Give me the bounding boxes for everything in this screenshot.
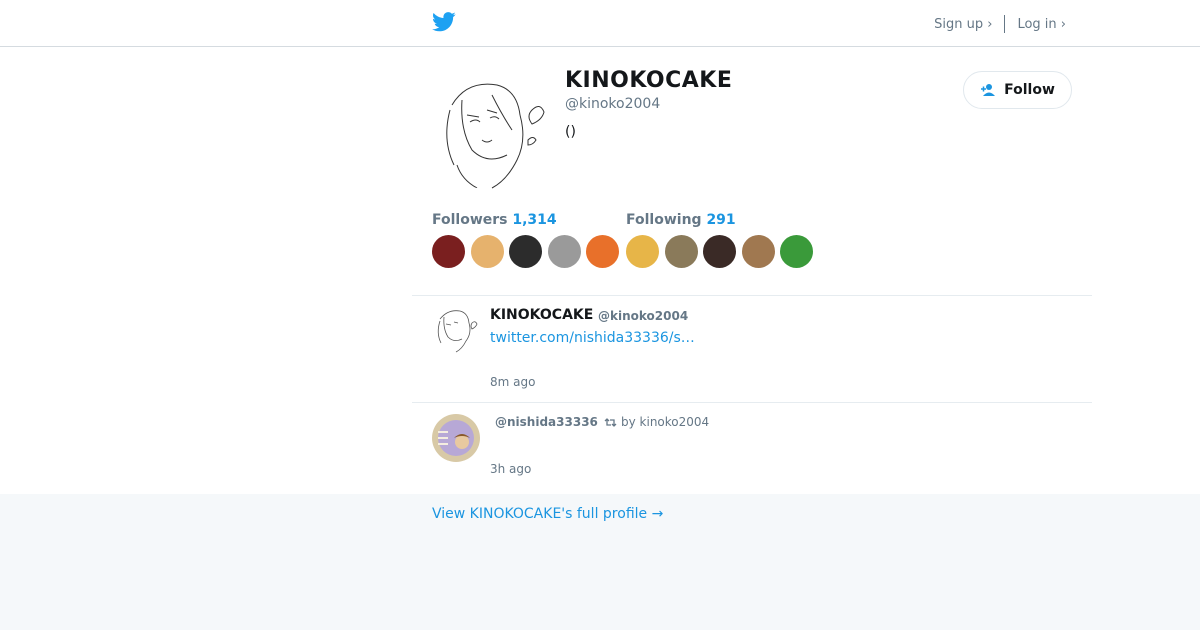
profile-bio: () bbox=[565, 124, 576, 140]
following-stat[interactable]: Following 291 bbox=[626, 212, 736, 228]
follower-avatar[interactable] bbox=[586, 235, 619, 268]
tweet-author-avatar[interactable] bbox=[432, 305, 480, 353]
tweet-author-name[interactable]: KINOKOCAKE bbox=[490, 307, 593, 323]
following-avatar[interactable] bbox=[741, 235, 775, 268]
sketch-avatar-image bbox=[446, 83, 545, 189]
tweet-timestamp[interactable]: 8m ago bbox=[490, 375, 535, 389]
profile-card: KINOKOCAKE @kinoko2004 () Follow Followe… bbox=[0, 47, 1200, 494]
following-avatar[interactable] bbox=[664, 235, 698, 268]
retweet-avatar-image bbox=[432, 414, 480, 462]
retweet-timestamp[interactable]: 3h ago bbox=[490, 462, 531, 476]
top-bar: Sign up › Log in › bbox=[0, 0, 1200, 47]
profile-name: KINOKOCAKE bbox=[565, 68, 733, 93]
retweet-by: by kinoko2004 bbox=[604, 415, 709, 429]
signup-link[interactable]: Sign up › bbox=[934, 17, 992, 32]
sketch-thumb-image bbox=[432, 305, 480, 353]
profile-handle: @kinoko2004 bbox=[565, 96, 661, 112]
profile-avatar[interactable] bbox=[432, 70, 552, 190]
tweet-author-handle[interactable]: @kinoko2004 bbox=[598, 309, 688, 323]
following-avatar[interactable] bbox=[626, 235, 659, 268]
retweet-author-avatar[interactable] bbox=[432, 414, 480, 462]
login-link[interactable]: Log in › bbox=[1017, 17, 1066, 32]
follower-avatar[interactable] bbox=[509, 235, 542, 268]
tweet-link[interactable]: twitter.com/nishida33336/s… bbox=[490, 330, 695, 346]
retweet-by-label: by kinoko2004 bbox=[621, 415, 710, 429]
followers-count: 1,314 bbox=[512, 212, 557, 228]
follower-avatar[interactable] bbox=[432, 235, 465, 268]
following-label: Following bbox=[626, 212, 702, 228]
followers-stat[interactable]: Followers 1,314 bbox=[432, 212, 557, 228]
nav-divider bbox=[1004, 15, 1006, 33]
full-profile-link[interactable]: View KINOKOCAKE's full profile → bbox=[432, 506, 663, 522]
follow-label: Follow bbox=[1004, 82, 1055, 98]
twitter-bird-icon[interactable] bbox=[432, 11, 456, 33]
follower-avatar[interactable] bbox=[547, 235, 581, 268]
retweet-handle[interactable]: @nishida33336 bbox=[495, 415, 598, 429]
retweet-icon bbox=[604, 417, 617, 427]
followers-label: Followers bbox=[432, 212, 508, 228]
following-count: 291 bbox=[706, 212, 736, 228]
auth-nav: Sign up › Log in › bbox=[934, 15, 1066, 33]
following-avatar[interactable] bbox=[703, 235, 736, 268]
divider bbox=[412, 402, 1092, 403]
add-user-icon bbox=[981, 84, 996, 96]
follow-button[interactable]: Follow bbox=[963, 71, 1072, 109]
divider bbox=[412, 295, 1092, 296]
following-avatar[interactable] bbox=[780, 235, 813, 268]
follower-avatar[interactable] bbox=[470, 235, 504, 268]
